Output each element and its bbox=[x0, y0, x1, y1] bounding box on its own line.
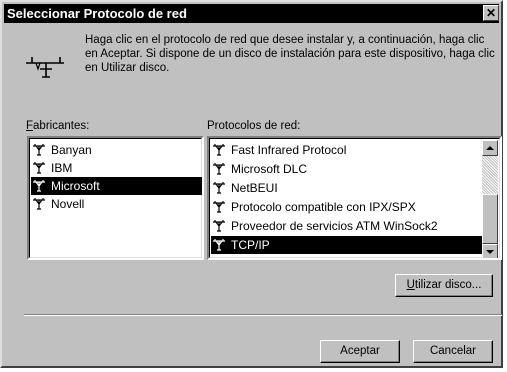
list-item-label: IBM bbox=[51, 161, 73, 175]
list-item-label: TCP/IP bbox=[231, 238, 270, 252]
scroll-thumb[interactable] bbox=[482, 194, 498, 244]
list-item[interactable]: Banyan bbox=[31, 141, 202, 159]
separator bbox=[24, 314, 502, 316]
have-disk-button[interactable]: Utilizar disco... bbox=[395, 274, 493, 297]
arrow-up-icon bbox=[486, 146, 494, 150]
manufacturers-label: Fabricantes: bbox=[26, 120, 89, 132]
list-item-label: Banyan bbox=[51, 143, 92, 157]
list-item-selected[interactable]: Microsoft bbox=[31, 177, 202, 195]
list-item[interactable]: Protocolo compatible con IPX/SPX bbox=[211, 198, 484, 216]
list-item-label: Microsoft DLC bbox=[231, 162, 308, 176]
list-item-label: Microsoft bbox=[51, 179, 100, 193]
network-protocol-icon bbox=[213, 220, 225, 232]
list-item-label: Proveedor de servicios ATM WinSock2 bbox=[231, 219, 438, 233]
list-item-selected[interactable]: TCP/IP bbox=[211, 236, 484, 254]
protocol-dialog: Seleccionar Protocolo de red ✕ Haga clic… bbox=[0, 0, 503, 368]
network-protocol-icon bbox=[26, 57, 64, 78]
network-protocol-icon bbox=[213, 163, 225, 175]
title-bar: Seleccionar Protocolo de red ✕ bbox=[4, 4, 499, 23]
network-protocol-icon bbox=[213, 201, 225, 213]
have-disk-label: tilizar disco... bbox=[414, 279, 482, 291]
manufacturers-label-rest: abricantes: bbox=[33, 120, 90, 132]
list-item-label: Protocolo compatible con IPX/SPX bbox=[231, 200, 416, 214]
ok-button[interactable]: Aceptar bbox=[320, 340, 400, 363]
list-item[interactable]: NetBEUI bbox=[211, 179, 484, 197]
scroll-down-button[interactable] bbox=[482, 244, 498, 258]
protocols-label: Protocolos de red: bbox=[207, 120, 301, 132]
list-item-label: Fast Infrared Protocol bbox=[231, 143, 347, 157]
list-item-label: Novell bbox=[51, 197, 85, 211]
list-item[interactable]: Microsoft DLC bbox=[211, 160, 484, 178]
cancel-button[interactable]: Cancelar bbox=[413, 340, 493, 363]
manufacturers-list[interactable]: Banyan IBM Microsoft Novell bbox=[27, 136, 204, 260]
network-protocol-icon bbox=[213, 182, 225, 194]
network-protocol-icon bbox=[33, 180, 45, 192]
manufacturers-label-accel: F bbox=[26, 120, 34, 132]
arrow-down-icon bbox=[486, 250, 494, 254]
scroll-up-button[interactable] bbox=[482, 140, 498, 156]
close-icon: ✕ bbox=[485, 6, 497, 20]
network-protocol-icon bbox=[33, 198, 45, 210]
list-item[interactable]: Novell bbox=[31, 195, 202, 213]
protocols-list[interactable]: Fast Infrared Protocol Microsoft DLC Net… bbox=[207, 136, 502, 260]
vertical-scrollbar[interactable] bbox=[482, 140, 498, 258]
network-protocol-icon bbox=[33, 162, 45, 174]
network-protocol-icon bbox=[213, 144, 225, 156]
have-disk-accel: U bbox=[406, 279, 415, 291]
list-item[interactable]: Fast Infrared Protocol bbox=[211, 141, 484, 159]
list-item[interactable]: Proveedor de servicios ATM WinSock2 bbox=[211, 217, 484, 235]
network-protocol-icon bbox=[213, 239, 225, 251]
intro-text: Haga clic en el protocolo de red que des… bbox=[85, 34, 495, 74]
list-item-label: NetBEUI bbox=[231, 181, 278, 195]
network-protocol-icon bbox=[33, 144, 45, 156]
list-item[interactable]: IBM bbox=[31, 159, 202, 177]
close-button[interactable]: ✕ bbox=[483, 5, 499, 21]
dialog-title: Seleccionar Protocolo de red bbox=[7, 6, 187, 21]
